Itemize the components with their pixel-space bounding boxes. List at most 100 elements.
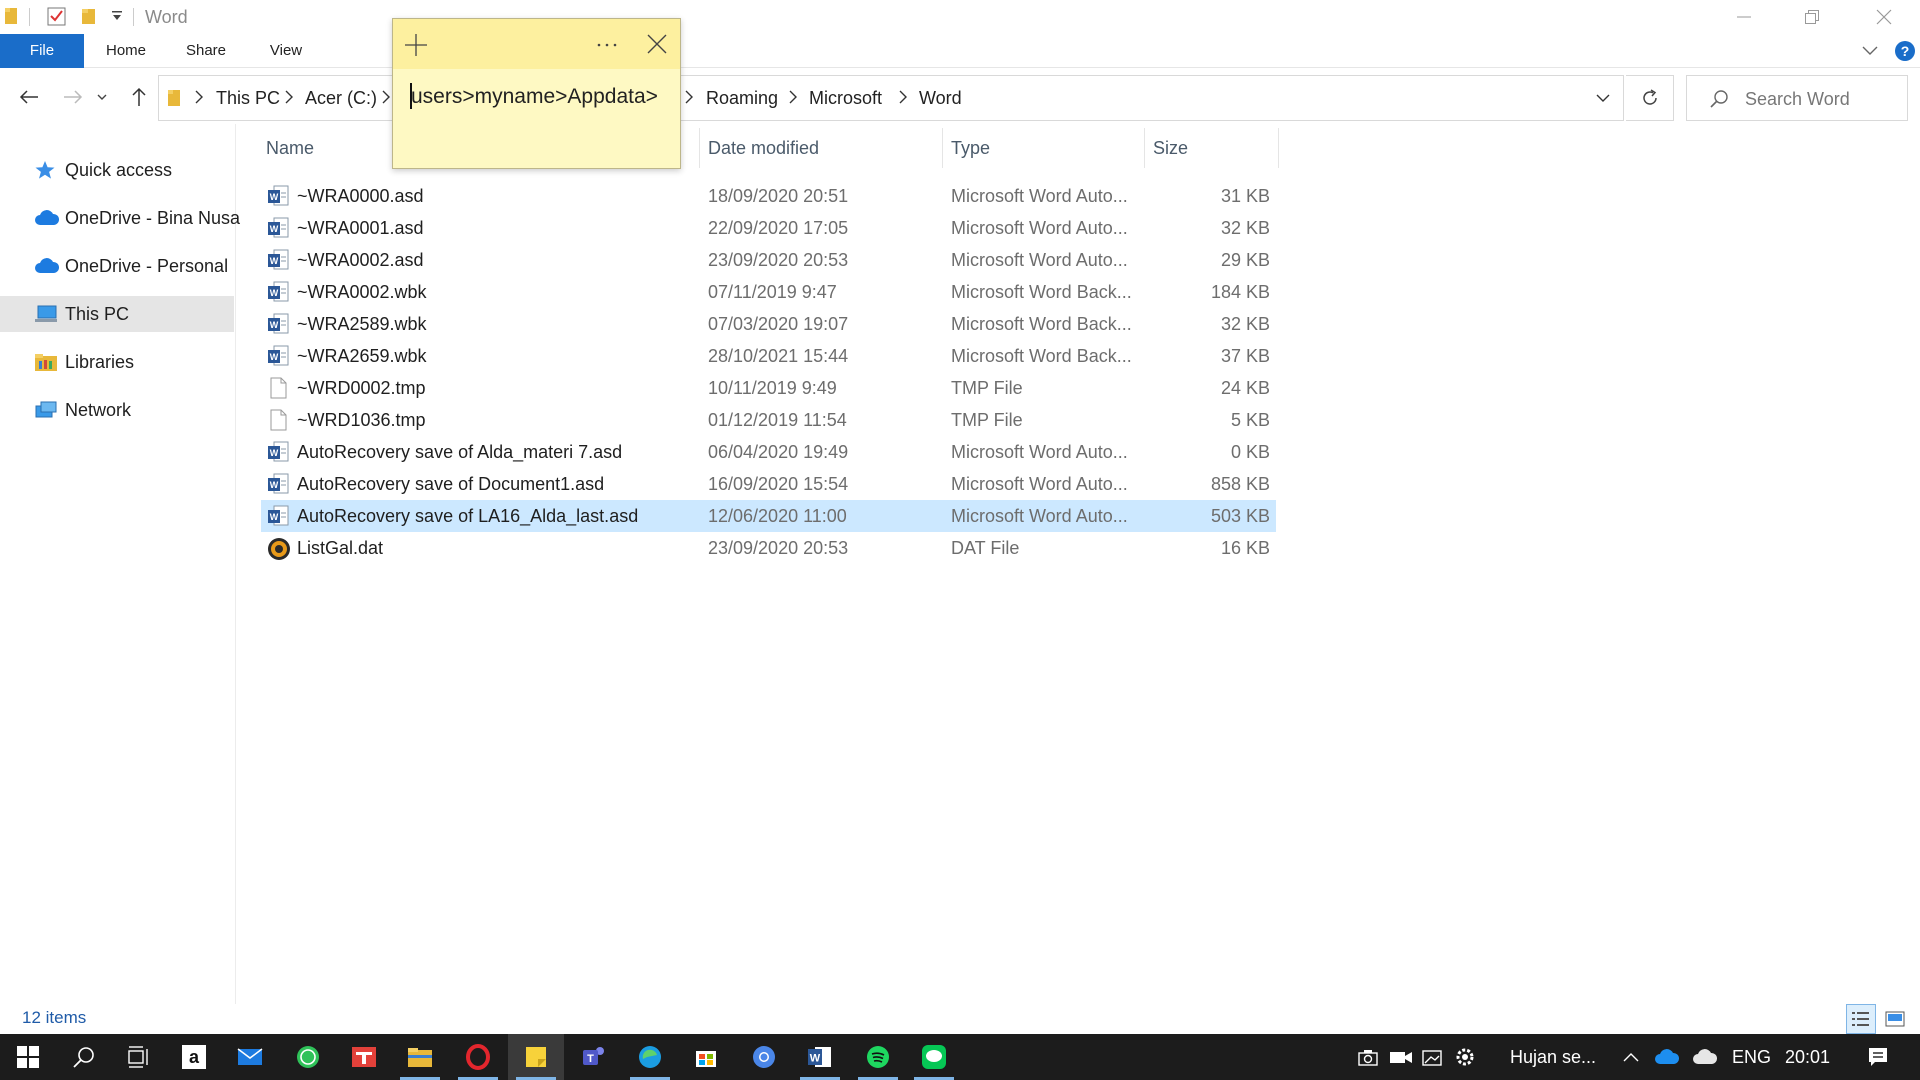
search-input[interactable]: Search Word bbox=[1745, 89, 1850, 110]
file-row[interactable]: W ~WRA0002.asd 23/09/2020 20:53 Microsoft W… bbox=[261, 244, 1276, 276]
chevron-right-icon[interactable] bbox=[195, 90, 203, 104]
nav-item-libraries[interactable]: Libraries bbox=[0, 344, 234, 380]
file-row[interactable]: W ~WRA0000.asd 18/09/2020 20:51 Microsoft W… bbox=[261, 180, 1276, 212]
amazon-app-icon[interactable]: a bbox=[166, 1034, 222, 1080]
file-name[interactable]: ~WRA2659.wbk bbox=[297, 346, 427, 367]
word-app-icon[interactable]: W bbox=[792, 1034, 848, 1080]
breadcrumb-roaming[interactable]: Roaming bbox=[706, 88, 778, 109]
chevron-right-icon[interactable] bbox=[899, 90, 907, 104]
tab-home[interactable]: Home bbox=[94, 34, 158, 68]
breadcrumb-drive[interactable]: Acer (C:) bbox=[305, 88, 377, 109]
file-row[interactable]: W ~WRA2589.wbk 07/03/2020 19:07 Microsoft W… bbox=[261, 308, 1276, 340]
column-header-name[interactable]: Name bbox=[266, 138, 314, 159]
file-name[interactable]: ~WRD0002.tmp bbox=[297, 378, 426, 399]
line-app-icon[interactable] bbox=[906, 1034, 962, 1080]
file-name[interactable]: AutoRecovery save of LA16_Alda_last.asd bbox=[297, 506, 638, 527]
sticky-note-header[interactable] bbox=[393, 19, 680, 69]
help-icon[interactable]: ? bbox=[1894, 40, 1916, 62]
file-name[interactable]: ~WRA0000.asd bbox=[297, 186, 424, 207]
more-options-icon[interactable] bbox=[597, 43, 621, 47]
whatsapp-app-icon[interactable] bbox=[280, 1034, 336, 1080]
column-divider[interactable] bbox=[1144, 128, 1145, 168]
nav-item-onedrive-personal[interactable]: OneDrive - Personal bbox=[0, 248, 234, 284]
chevron-right-icon[interactable] bbox=[685, 90, 693, 104]
file-row[interactable]: W AutoRecovery save of Alda_materi 7.asd 0… bbox=[261, 436, 1276, 468]
restore-button[interactable] bbox=[1784, 0, 1840, 34]
customize-toolbar-icon[interactable] bbox=[111, 10, 123, 22]
back-button[interactable] bbox=[12, 80, 46, 114]
mail-app-icon[interactable] bbox=[222, 1034, 278, 1080]
expand-ribbon-icon[interactable] bbox=[1862, 44, 1878, 56]
sticky-notes-app-icon[interactable] bbox=[508, 1034, 564, 1080]
breadcrumb-microsoft[interactable]: Microsoft bbox=[809, 88, 882, 109]
sticky-note[interactable]: users>myname>Appdata> bbox=[392, 18, 681, 169]
column-header-size[interactable]: Size bbox=[1153, 138, 1188, 159]
forward-button[interactable] bbox=[56, 80, 90, 114]
address-bar[interactable]: This PC Acer (C:) Roaming Microsoft Word bbox=[158, 75, 1624, 121]
new-note-icon[interactable] bbox=[404, 33, 428, 57]
spotify-app-icon[interactable] bbox=[850, 1034, 906, 1080]
new-folder-icon[interactable] bbox=[81, 6, 97, 26]
start-button[interactable] bbox=[0, 1034, 56, 1080]
close-note-icon[interactable] bbox=[647, 34, 667, 54]
file-row[interactable]: ~WRD0002.tmp 10/11/2019 9:49 TMP File 24 KB bbox=[261, 372, 1276, 404]
file-name[interactable]: ListGal.dat bbox=[297, 538, 383, 559]
language-indicator[interactable]: ENG bbox=[1732, 1047, 1771, 1068]
clock[interactable]: 20:01 bbox=[1785, 1047, 1830, 1068]
file-row[interactable]: ~WRD1036.tmp 01/12/2019 11:54 TMP File 5 KB bbox=[261, 404, 1276, 436]
breadcrumb-word[interactable]: Word bbox=[919, 88, 962, 109]
photos-icon[interactable] bbox=[1418, 1034, 1448, 1080]
chevron-right-icon[interactable] bbox=[789, 90, 797, 104]
recent-locations-button[interactable] bbox=[92, 80, 112, 114]
red-app-icon[interactable] bbox=[336, 1034, 392, 1080]
file-row[interactable]: ListGal.dat 23/09/2020 20:53 DAT File 16 KB bbox=[261, 532, 1276, 564]
show-hidden-icons-icon[interactable] bbox=[1616, 1034, 1646, 1080]
teams-app-icon[interactable]: T bbox=[566, 1034, 622, 1080]
column-divider[interactable] bbox=[699, 128, 700, 168]
file-row[interactable]: W ~WRA0002.wbk 07/11/2019 9:47 Microsoft Wo… bbox=[261, 276, 1276, 308]
file-name[interactable]: ~WRD1036.tmp bbox=[297, 410, 426, 431]
column-divider[interactable] bbox=[1278, 128, 1279, 168]
onedrive-personal-tray-icon[interactable] bbox=[1688, 1034, 1722, 1080]
up-button[interactable] bbox=[122, 80, 156, 114]
file-row[interactable]: W AutoRecovery save of LA16_Alda_last.asd… bbox=[261, 500, 1276, 532]
file-name[interactable]: ~WRA0002.wbk bbox=[297, 282, 427, 303]
file-name[interactable]: ~WRA0002.asd bbox=[297, 250, 424, 271]
tab-view[interactable]: View bbox=[254, 34, 318, 68]
search-box[interactable]: Search Word bbox=[1686, 75, 1908, 121]
details-view-button[interactable] bbox=[1846, 1004, 1876, 1034]
file-row[interactable]: W AutoRecovery save of Document1.asd 16/09… bbox=[261, 468, 1276, 500]
minimize-button[interactable] bbox=[1716, 0, 1772, 34]
file-name[interactable]: AutoRecovery save of Document1.asd bbox=[297, 474, 604, 495]
sticky-note-text[interactable]: users>myname>Appdata> bbox=[411, 85, 658, 109]
settings-gear-icon[interactable] bbox=[1450, 1034, 1480, 1080]
breadcrumb-this-pc[interactable]: This PC bbox=[216, 88, 280, 109]
file-name[interactable]: AutoRecovery save of Alda_materi 7.asd bbox=[297, 442, 622, 463]
chevron-right-icon[interactable] bbox=[285, 90, 293, 104]
nav-item-network[interactable]: Network bbox=[0, 392, 234, 428]
store-app-icon[interactable] bbox=[678, 1034, 734, 1080]
notifications-icon[interactable] bbox=[1858, 1034, 1898, 1080]
file-name[interactable]: ~WRA0001.asd bbox=[297, 218, 424, 239]
video-camera-icon[interactable] bbox=[1386, 1034, 1416, 1080]
onedrive-tray-icon[interactable] bbox=[1650, 1034, 1684, 1080]
file-explorer-icon[interactable] bbox=[392, 1034, 448, 1080]
nav-item-quick-access[interactable]: Quick access bbox=[0, 152, 234, 188]
refresh-button[interactable] bbox=[1626, 75, 1674, 121]
tab-share[interactable]: Share bbox=[174, 34, 238, 68]
column-divider[interactable] bbox=[942, 128, 943, 168]
task-view-icon[interactable] bbox=[112, 1034, 168, 1080]
column-header-type[interactable]: Type bbox=[951, 138, 990, 159]
chevron-right-icon[interactable] bbox=[382, 90, 390, 104]
camera-app-icon[interactable] bbox=[1354, 1034, 1384, 1080]
search-taskbar-button[interactable] bbox=[56, 1034, 112, 1080]
chrome-browser-icon[interactable] bbox=[736, 1034, 792, 1080]
tab-file[interactable]: File bbox=[0, 34, 84, 68]
weather-text[interactable]: Hujan se... bbox=[1510, 1047, 1596, 1068]
large-icons-view-button[interactable] bbox=[1880, 1004, 1910, 1034]
nav-item-onedrive-bina-nusa[interactable]: OneDrive - Bina Nusa bbox=[0, 200, 240, 236]
file-row[interactable]: W ~WRA2659.wbk 28/10/2021 15:44 Microsoft W… bbox=[261, 340, 1276, 372]
opera-browser-icon[interactable] bbox=[450, 1034, 506, 1080]
properties-icon[interactable] bbox=[47, 6, 67, 26]
file-name[interactable]: ~WRA2589.wbk bbox=[297, 314, 427, 335]
